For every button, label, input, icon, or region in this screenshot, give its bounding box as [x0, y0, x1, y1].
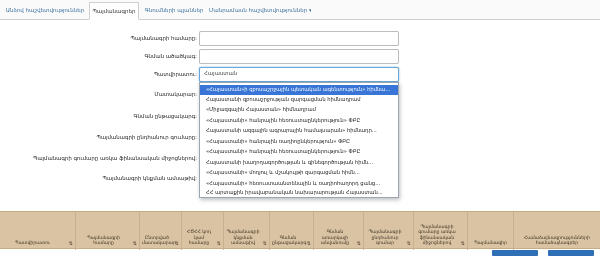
tab-procurement-plans[interactable]: Գնումների պլաններ [141, 2, 207, 20]
autocomplete-option[interactable]: Հայաստանի ազգային ագրարային համալսարան» … [200, 126, 398, 136]
sort-icon[interactable]: ⇅ [357, 241, 361, 247]
autocomplete-option[interactable]: «Հայաստանի» հանրային հեռուստաընկերությու… [200, 116, 398, 126]
column-header-cpv-code[interactable]: ՀԾՀՀ կոդ կամ համարը ⇅ [182, 212, 224, 250]
results-grid-header: Պատվիրատու ⇅ Պայմանագրի համարը ⇅ Ընտրված… [0, 211, 600, 250]
sort-icon[interactable]: ⇅ [263, 241, 267, 247]
tab-bar: Անձով հաշվետվություններ Պայմանագրեր Գնու… [0, 0, 600, 20]
column-title: Պատվիրատու [14, 241, 51, 247]
customer-label: Պատվիրատու: [153, 72, 197, 78]
contract-amount-label: Պայմանագրի ընդհանուր գումարը: [96, 135, 197, 141]
column-header-procurement-form[interactable]: Գնման ընթացակարգ ⇅ [270, 212, 314, 250]
column-title: Գնման առարկայի անվանումը [320, 230, 350, 247]
sort-icon[interactable]: ⇅ [133, 241, 137, 247]
autocomplete-option[interactable]: «Հայաստան»ի զբոսաշրջային պետական ագենտու… [200, 85, 398, 95]
column-header-signing-date[interactable]: Պայմանագրի կնքման ամսաթիվ ⇅ [224, 212, 270, 250]
procurement-code-field[interactable] [199, 49, 399, 64]
autocomplete-option[interactable]: «Հայաստանի» մոդյուլ և մշակույթի զարգացմա… [200, 168, 398, 178]
tab-personal-reports[interactable]: Անձով հաշվետվություններ [2, 2, 88, 20]
sort-icon[interactable]: ⇅ [307, 241, 311, 247]
sort-icon[interactable]: ⇅ [217, 241, 221, 247]
column-title: Պայմանագրի համարը [86, 235, 120, 247]
contract-number-label: Պայմանագրի համարը: [130, 36, 197, 42]
customer-field[interactable]: Հայաստան [199, 67, 399, 82]
column-header-customer[interactable]: Պատվիրատու ⇅ [0, 212, 76, 250]
supplier-label: Մատակարար: [154, 92, 197, 98]
autocomplete-option[interactable]: «Հայաստանի» հեռուստաանտենային և ռադիոհաղ… [200, 179, 398, 189]
column-title: Համաձայնագրությունների համաձայնագրեր [524, 235, 590, 247]
procurement-form-label: Գնման ընթացակարգ: [133, 114, 197, 120]
autocomplete-option[interactable]: Հայաստանի զբոսաշրջության զարգացման հիմնա… [200, 95, 398, 105]
autocomplete-option[interactable]: «Հայաստանի» հանրային ռադիոընկերություն» … [200, 137, 398, 147]
customer-autocomplete-list: «Հայաստան»ի զբոսաշրջային պետական ագենտու… [199, 82, 399, 198]
signing-date-label: Պայմանագրի կնքման ամսաթիվ: [102, 176, 197, 182]
column-header-contract-number[interactable]: Պայմանագրի համարը ⇅ [76, 212, 140, 250]
sort-icon[interactable]: ⇅ [69, 241, 73, 247]
column-title: Պայմանագրի գումարը առկա ֆինանսական միջոց… [418, 224, 456, 247]
column-header-supplier[interactable]: Ընտրված մատակարար ⇅ [140, 212, 182, 250]
column-title: Պայմանագիր [473, 241, 507, 247]
column-title: Պայմանագրի կնքման ամսաթիվ [226, 230, 260, 247]
column-header-contract: Պայմանագիր [468, 212, 514, 250]
sort-icon[interactable]: ⇅ [461, 241, 465, 247]
column-title: ՀԾՀՀ կոդ կամ համարը [186, 230, 212, 247]
customer-value: Հայաստան [204, 71, 238, 77]
column-title: Գնման ընթացակարգ [272, 235, 307, 247]
autocomplete-option[interactable]: Հայաստանի խաղողագործության և գինեգործութ… [200, 158, 398, 168]
column-header-subject[interactable]: Գնման առարկայի անվանումը ⇅ [314, 212, 364, 250]
autocomplete-option[interactable]: ՀՀ արտաքին իրավաբանական նախարարության Հա… [200, 188, 398, 198]
column-title: Ընտրված մատակարար [142, 235, 177, 247]
sort-icon[interactable]: ⇅ [175, 241, 179, 247]
autocomplete-option[interactable]: «Միջազգային Հայաստան» հիմնադրամ [200, 105, 398, 115]
procurement-code-label: Գնման ածածկագ: [144, 54, 197, 60]
tab-detailed-reports[interactable]: Մանրամասն հաշվետվություններ ▾ [209, 2, 311, 20]
financial-means-label: Պայմանագրի գումարը առկա ֆինանսական միջոց… [33, 156, 197, 162]
tab-contracts[interactable]: Պայմանագրեր [89, 2, 139, 20]
column-header-agreements: Համաձայնագրությունների համաձայնագրեր [514, 212, 600, 250]
contract-number-field[interactable] [199, 31, 399, 46]
column-header-financial-means[interactable]: Պայմանագրի գումարը առկա ֆինանսական միջոց… [414, 212, 468, 250]
column-header-total-amount[interactable]: Պայմանագրի ընդհանուր գումար ⇅ [364, 212, 414, 250]
pager-bar[interactable] [492, 250, 538, 256]
pager-bar[interactable] [548, 250, 594, 256]
column-title: Պայմանագրի ընդհանուր գումար [368, 230, 402, 247]
autocomplete-option[interactable]: «Հայաստանի» հանրային հեռուստաընկերությու… [200, 147, 398, 157]
sort-icon[interactable]: ⇅ [407, 241, 411, 247]
